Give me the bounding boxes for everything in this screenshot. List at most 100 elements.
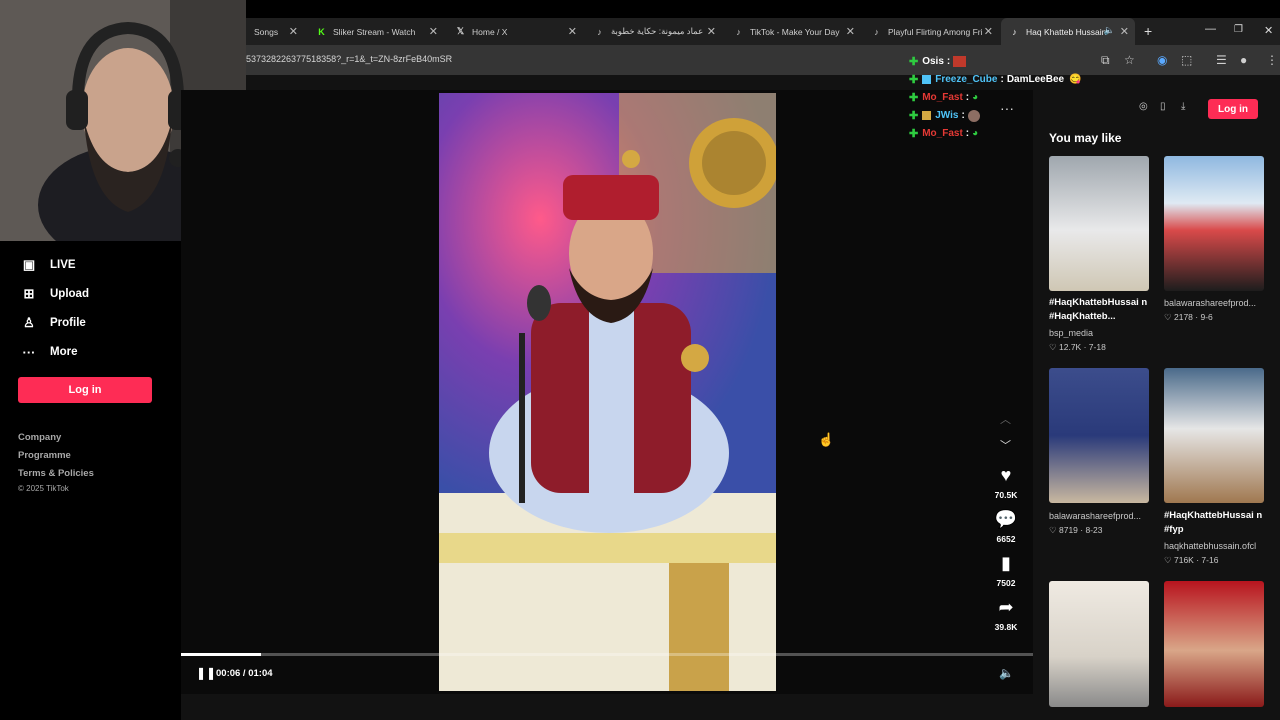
profile-avatar-icon[interactable]: ●: [1240, 53, 1247, 67]
card-author[interactable]: bsp_media: [1049, 328, 1161, 338]
tab-label: Sliker Stream - Watch: [333, 26, 416, 37]
sidebar-item-live[interactable]: ▣ LIVE: [20, 256, 76, 274]
footer-terms-link[interactable]: Terms & Policies: [18, 468, 94, 479]
video-frame[interactable]: [439, 93, 776, 691]
tab-label: Haq Khatteb Hussain: [1026, 26, 1107, 37]
save-button[interactable]: ▮ 7502: [986, 553, 1026, 588]
card-title[interactable]: #HaqKhattebHussai n #HaqKhatteb...: [1049, 296, 1161, 324]
card-likes: 2178: [1174, 312, 1193, 322]
pause-icon[interactable]: ❚❚: [196, 666, 216, 680]
tiktok-icon: ♪: [874, 26, 879, 37]
recommended-thumbnail[interactable]: [1049, 581, 1149, 707]
heart-outline-icon: ♡: [1164, 312, 1172, 322]
sidebar-item-label: LIVE: [50, 259, 76, 271]
minimize-icon[interactable]: —: [1205, 23, 1216, 35]
tab-haq-active[interactable]: ♪ Haq Khatteb Hussain 🔈 ✕: [1001, 18, 1135, 45]
install-icon[interactable]: ⧉: [1101, 53, 1110, 68]
chat-message: ✚ JWis :: [909, 109, 980, 122]
like-count: 70.5K: [994, 490, 1018, 500]
previous-video-icon[interactable]: ︿: [1000, 411, 1011, 427]
tab-songs[interactable]: Songs ✕: [246, 18, 304, 45]
badge-icon: [922, 75, 932, 84]
card-title[interactable]: #HaqKhattebHussai n #fyp: [1164, 509, 1276, 537]
card-author[interactable]: balawarashareefprod...: [1049, 511, 1161, 521]
tab-label: Home / X: [472, 26, 508, 37]
next-video-icon[interactable]: ﹀: [1000, 437, 1011, 453]
bookmark-star-icon[interactable]: ☆: [1124, 53, 1135, 67]
recommended-thumbnail[interactable]: [1049, 156, 1149, 291]
phone-icon[interactable]: ▯: [1160, 101, 1166, 112]
card-date: 7-18: [1088, 342, 1106, 352]
recommended-thumbnail[interactable]: [1164, 581, 1264, 707]
heart-outline-icon: ♡: [1164, 555, 1172, 565]
card-stats: ♡ 2178 · 9-6: [1164, 312, 1213, 322]
extension-icon[interactable]: ◉: [1157, 53, 1167, 67]
badge-icon: [922, 111, 932, 120]
reading-list-icon[interactable]: ☰: [1216, 53, 1227, 67]
more-options-icon[interactable]: ···: [1000, 100, 1014, 116]
sidebar-login-button[interactable]: Log in: [18, 377, 152, 403]
close-icon[interactable]: ✕: [984, 25, 993, 38]
footer-copyright: © 2025 TikTok: [18, 484, 69, 493]
share-count: 39.8K: [994, 622, 1018, 632]
new-tab-button[interactable]: +: [1144, 23, 1152, 39]
chat-username: Osis: [922, 56, 944, 67]
sidebar-item-more[interactable]: ··· More: [20, 343, 78, 361]
heart-outline-icon: ♡: [1049, 525, 1057, 535]
tab-label: Songs: [254, 26, 279, 37]
tab-playful[interactable]: ♪ Playful Flirting Among Fri ✕: [863, 18, 999, 45]
restore-icon[interactable]: ❐: [1234, 24, 1243, 35]
x-logo-icon: 𝕏: [456, 26, 465, 36]
close-icon[interactable]: ✕: [289, 25, 298, 38]
close-icon[interactable]: ✕: [568, 25, 577, 38]
close-icon[interactable]: ✕: [1120, 25, 1129, 38]
card-author[interactable]: balawarashareefprod...: [1164, 298, 1276, 308]
card-stats: ♡ 8719 · 8-23: [1049, 525, 1103, 535]
card-author[interactable]: haqkhattebhussain.ofcl: [1164, 541, 1276, 551]
url-text[interactable]: 537328226377518358?_r=1&_t=ZN-8zrFeB40mS…: [246, 54, 452, 64]
close-icon[interactable]: ✕: [429, 25, 438, 38]
you-may-like-heading: You may like: [1049, 131, 1122, 145]
live-icon: ▣: [22, 257, 36, 272]
chat-username: JWis: [935, 110, 959, 121]
header-login-button[interactable]: Log in: [1208, 99, 1258, 119]
download-icon[interactable]: ⤓: [1181, 101, 1185, 112]
kick-icon: K: [318, 26, 325, 37]
sidebar-item-upload[interactable]: ⊞ Upload: [20, 285, 89, 303]
close-icon[interactable]: ✕: [846, 25, 855, 38]
recommended-thumbnail[interactable]: [1049, 368, 1149, 503]
card-stats: ♡ 12.7K · 7-18: [1049, 342, 1106, 352]
sidebar-item-profile[interactable]: ♙ Profile: [20, 314, 86, 332]
card-date: 7-16: [1201, 555, 1219, 565]
progress-bar[interactable]: [181, 653, 1033, 656]
plus-badge-icon: ✚: [909, 128, 919, 140]
close-icon[interactable]: ✕: [707, 25, 716, 38]
card-date: 8-23: [1085, 525, 1103, 535]
like-button[interactable]: ♥ 70.5K: [986, 465, 1026, 500]
puzzle-icon[interactable]: ⬚: [1181, 53, 1192, 67]
volume-icon[interactable]: 🔈: [999, 666, 1014, 680]
comment-button[interactable]: 💬 6652: [986, 509, 1026, 544]
recommended-thumbnail[interactable]: [1164, 156, 1264, 291]
tiktok-icon: ♪: [736, 26, 741, 37]
chat-username: Freeze_Cube: [935, 74, 998, 85]
footer-company-link[interactable]: Company: [18, 432, 61, 443]
tab-x-home[interactable]: 𝕏 Home / X ✕: [447, 18, 583, 45]
window-close-icon[interactable]: ✕: [1264, 24, 1273, 37]
heart-outline-icon: ♡: [1049, 342, 1057, 352]
plus-badge-icon: ✚: [909, 56, 919, 68]
speaker-icon[interactable]: 🔈: [1104, 25, 1115, 36]
footer-programme-link[interactable]: Programme: [18, 450, 71, 461]
compass-icon[interactable]: ◎: [1139, 101, 1148, 112]
menu-dots-icon[interactable]: ⋮: [1266, 53, 1278, 67]
tab-arabic[interactable]: ♪ عماد ميمونة: حكاية خطوبة ✕: [586, 18, 722, 45]
tab-tiktok[interactable]: ♪ TikTok - Make Your Day ✕: [725, 18, 861, 45]
profile-icon: ♙: [23, 315, 35, 330]
comment-icon: 💬: [994, 509, 1018, 529]
chat-message: ✚ Osis :: [909, 55, 967, 68]
tab-label: TikTok - Make Your Day: [750, 26, 840, 37]
tab-sliker[interactable]: K Sliker Stream - Watch ✕: [308, 18, 444, 45]
share-button[interactable]: ➦ 39.8K: [986, 597, 1026, 632]
recommended-thumbnail[interactable]: [1164, 368, 1264, 503]
emote-icon: ◕: [972, 92, 979, 103]
